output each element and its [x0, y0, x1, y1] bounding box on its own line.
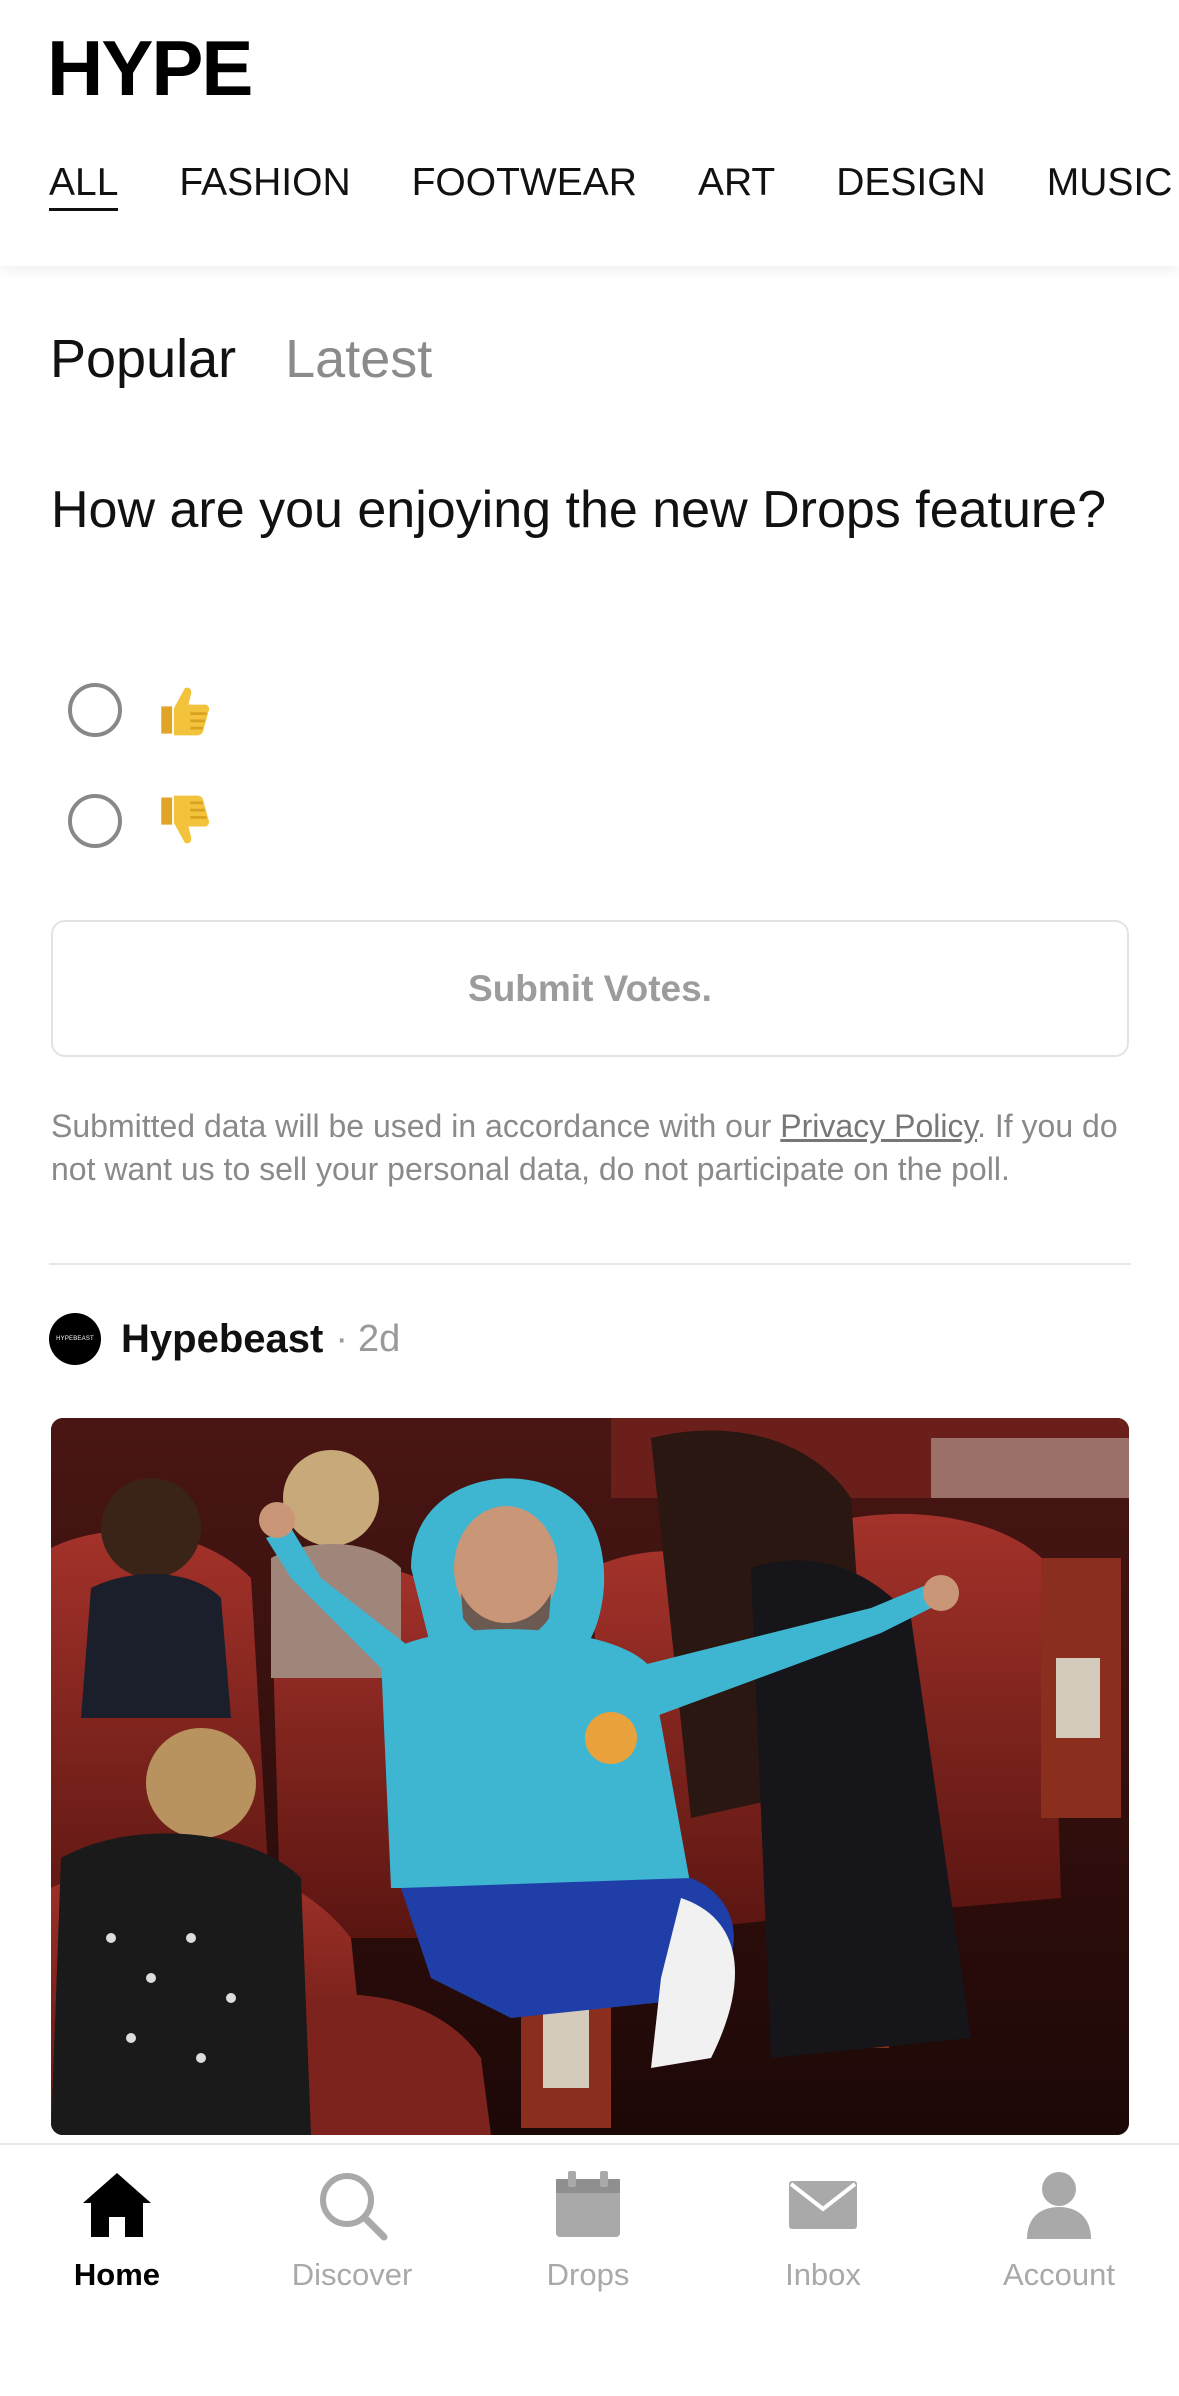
nav-account[interactable]: Account — [969, 2167, 1149, 2293]
poll-question: How are you enjoying the new Drops featu… — [51, 481, 1107, 539]
post-author[interactable]: Hypebeast — [121, 1317, 323, 1362]
feed-tabs: Popular Latest — [50, 327, 432, 391]
meta-separator: · — [335, 1317, 348, 1360]
divider — [49, 1263, 1131, 1265]
thumbs-up-icon — [161, 687, 210, 736]
radio-button[interactable] — [68, 683, 122, 737]
nav-drops-label: Drops — [546, 2257, 630, 2292]
poll-option-thumbs-down[interactable] — [68, 792, 212, 850]
tab-popular[interactable]: Popular — [50, 327, 236, 391]
category-art[interactable]: ART — [698, 158, 775, 208]
nav-account-label: Account — [1002, 2257, 1115, 2292]
post-age: 2d — [357, 1317, 401, 1360]
category-footwear[interactable]: FOOTWEAR — [412, 158, 637, 208]
mail-icon — [789, 2181, 857, 2229]
app-header: HYPE ALL FASHION FOOTWEAR ART DESIGN MUS… — [0, 0, 1179, 266]
calendar-icon — [556, 2171, 620, 2237]
radio-button[interactable] — [68, 794, 122, 848]
author-avatar[interactable]: HYPEBEAST — [49, 1313, 101, 1365]
thumbs-down-icon — [161, 795, 210, 844]
disclaimer-text: Submitted data will be used in accordanc… — [51, 1108, 781, 1144]
submit-votes-button[interactable]: Submit Votes. — [51, 920, 1129, 1057]
category-fashion[interactable]: FASHION — [179, 158, 350, 208]
category-design[interactable]: DESIGN — [836, 158, 986, 208]
home-icon — [83, 2173, 151, 2237]
nav-inbox[interactable]: Inbox — [733, 2167, 913, 2293]
nav-home-label: Home — [73, 2257, 161, 2292]
category-nav: ALL FASHION FOOTWEAR ART DESIGN MUSIC — [49, 158, 1173, 211]
search-icon — [320, 2173, 388, 2241]
nav-inbox-label: Inbox — [785, 2257, 861, 2292]
nav-home[interactable]: Home — [27, 2167, 207, 2293]
page: HYPE ALL FASHION FOOTWEAR ART DESIGN MUS… — [0, 0, 1179, 2396]
app-logo[interactable]: HYPE — [47, 28, 253, 108]
nav-drops[interactable]: Drops — [498, 2167, 678, 2293]
poll-option-thumbs-up[interactable] — [68, 681, 212, 739]
post-meta: HYPEBEAST Hypebeast · 2d — [49, 1313, 400, 1365]
bottom-nav: Home Discover Drops Inbox Account — [0, 2143, 1179, 2396]
category-all[interactable]: ALL — [49, 158, 119, 211]
poll-disclaimer: Submitted data will be used in accordanc… — [51, 1105, 1141, 1191]
nav-discover[interactable]: Discover — [262, 2167, 442, 2293]
post-image[interactable] — [51, 1418, 1129, 2135]
nav-discover-label: Discover — [291, 2257, 413, 2292]
tab-latest[interactable]: Latest — [285, 327, 432, 391]
privacy-policy-link[interactable]: Privacy Policy — [780, 1108, 977, 1144]
category-music[interactable]: MUSIC — [1047, 158, 1173, 208]
theater-photo — [51, 1418, 1129, 2135]
user-icon — [1027, 2172, 1091, 2239]
